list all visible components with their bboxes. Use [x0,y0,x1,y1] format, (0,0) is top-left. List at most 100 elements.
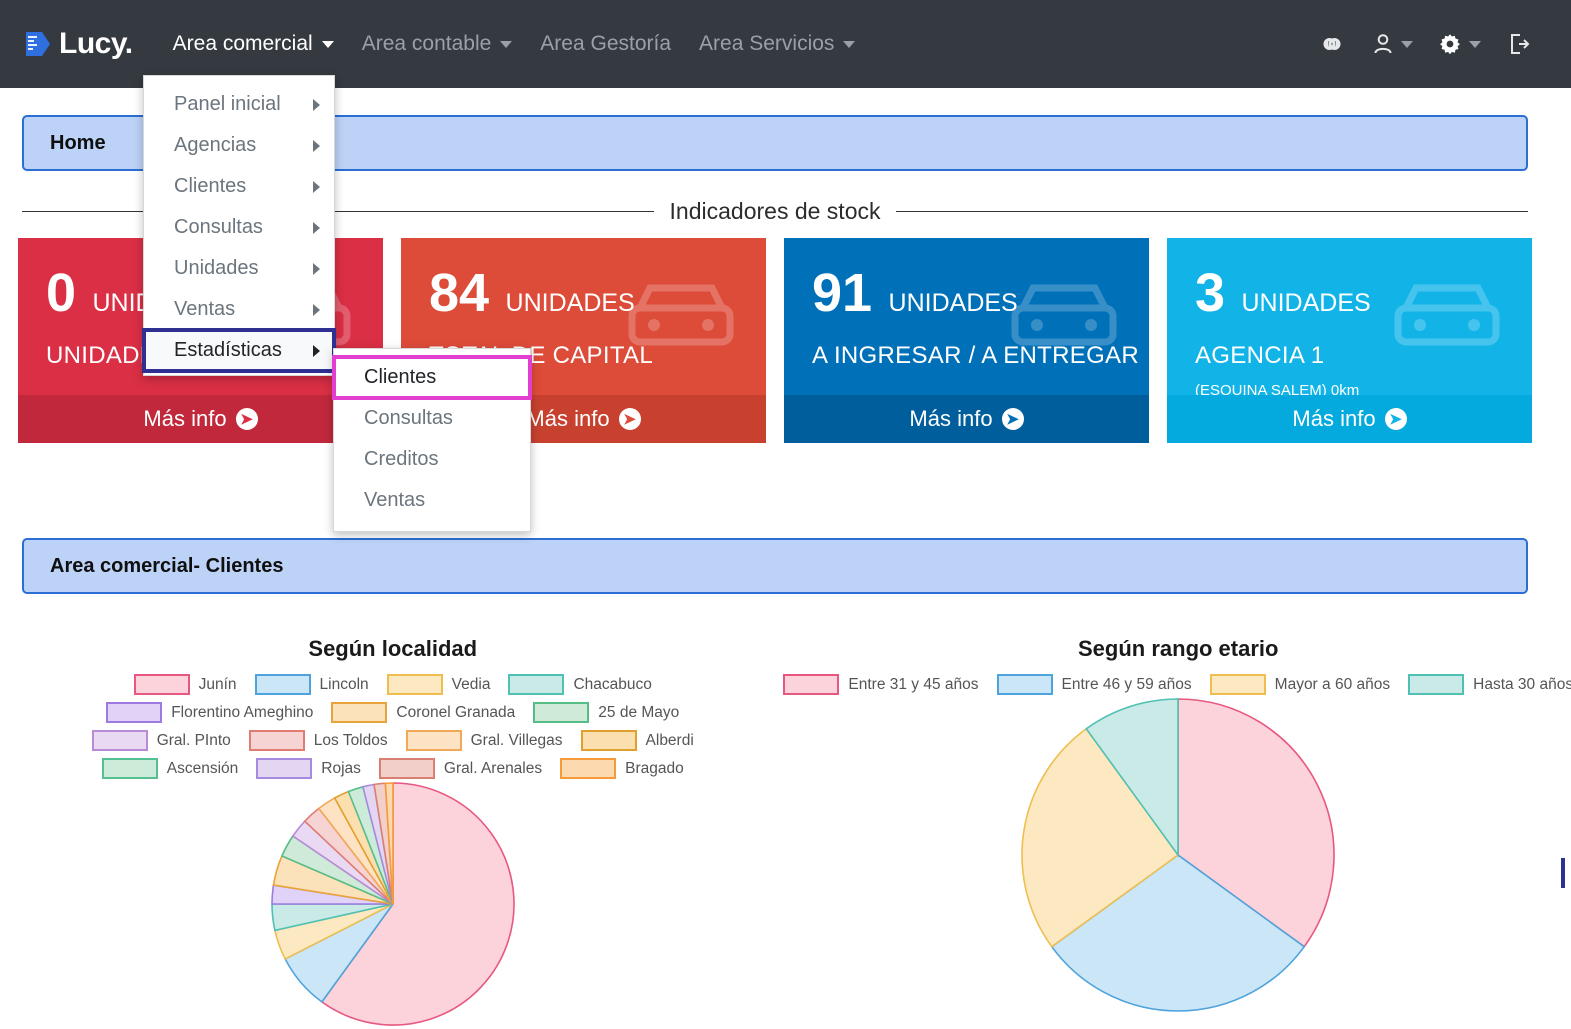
page-title: Home [50,132,106,155]
settings-menu[interactable] [1439,33,1481,55]
stat-card-agencia-1[interactable]: 3 UNIDADES AGENCIA 1 (ESQUINA SALEM) 0km… [1167,238,1532,443]
submenu-item-ventas[interactable]: Ventas [334,480,530,521]
legend-item[interactable]: Entre 46 y 59 años [997,674,1192,695]
legend-item[interactable]: Ascensión [102,758,239,779]
legend-item[interactable]: Gral. PInto [92,730,231,751]
legend-label: Coronel Granada [396,704,515,722]
nav-item-area-comercial[interactable]: Area comercial [159,26,348,62]
legend-swatch [255,674,311,695]
nav-item-area-gestoria[interactable]: Area Gestoría [526,26,685,62]
dropdown-item-label: Panel inicial [174,93,281,116]
legend-label: 25 de Mayo [598,704,679,722]
legend-label: Ascensión [167,760,239,778]
nav-item-area-contable[interactable]: Area contable [348,26,527,62]
dropdown-item-unidades[interactable]: Unidades [144,248,334,289]
legend-item[interactable]: Gral. Arenales [379,758,542,779]
chevron-right-icon [313,304,320,316]
legend-label: Junín [199,676,237,694]
card-more-info-button[interactable]: Más info ➤ [18,395,383,443]
dropdown-item-consultas[interactable]: Consultas [144,207,334,248]
card-body: 91 UNIDADES A INGRESAR / A ENTREGAR [784,238,1149,370]
logout-button[interactable] [1507,32,1531,56]
dropdown-item-label: Ventas [174,298,235,321]
legend-swatch [379,758,435,779]
legend-item[interactable]: Alberdi [581,730,694,751]
legend-item[interactable]: Rojas [256,758,361,779]
dropdown-item-ventas[interactable]: Ventas [144,289,334,330]
legend-item[interactable]: Mayor a 60 años [1210,674,1390,695]
dropdown-item-label: Estadísticas [174,339,282,362]
legend-item[interactable]: Junín [134,674,237,695]
legend-swatch [387,674,443,695]
legend-item[interactable]: Entre 31 y 45 años [783,674,978,695]
estadisticas-submenu: ClientesConsultasCreditosVentas [333,348,531,532]
nav-menu: Area comercial Area contable Area Gestor… [159,26,870,62]
chart-rango-etario: Según rango etario Entre 31 y 45 añosEnt… [786,620,1571,1016]
legend-label: Hasta 30 años [1473,676,1571,694]
legend-item[interactable]: Bragado [560,758,684,779]
dropdown-item-clientes[interactable]: Clientes [144,166,334,207]
user-icon [1373,33,1393,55]
section-title: Area comercial- Clientes [50,555,283,578]
divider-right [896,211,1528,212]
user-menu[interactable] [1373,33,1413,55]
legend-item[interactable]: Hasta 30 años [1408,674,1571,695]
submenu-item-clientes[interactable]: Clientes [334,357,530,398]
chevron-down-icon [843,41,855,48]
logout-icon [1507,32,1531,56]
legend-item[interactable]: Coronel Granada [331,702,515,723]
chevron-down-icon [1469,41,1481,48]
pie-chart [0,779,786,1029]
nav-label: Area contable [362,32,492,56]
legend-item[interactable]: Lincoln [255,674,369,695]
legend-item[interactable]: Los Toldos [249,730,388,751]
chevron-right-icon [313,181,320,193]
legend-swatch [106,702,162,723]
legend-label: Vedia [452,676,491,694]
nav-item-area-servicios[interactable]: Area Servicios [685,26,869,62]
legend-item[interactable]: 25 de Mayo [533,702,679,723]
card-unit: UNIDADES [1242,289,1371,318]
infinity-icon[interactable] [1317,34,1347,54]
card-subtitle: AGENCIA 1 [1195,342,1532,370]
chevron-right-icon [313,222,320,234]
arrow-right-icon: ➤ [236,408,258,430]
legend-swatch [581,730,637,751]
chart-legend: Junín Lincoln Vedia Chacabuco Florentino Ame… [0,674,786,779]
submenu-item-consultas[interactable]: Consultas [334,398,530,439]
legend-label: Bragado [625,760,684,778]
legend-swatch [134,674,190,695]
legend-item[interactable]: Vedia [387,674,491,695]
nav-label: Area Servicios [699,32,834,56]
legend-swatch [1210,674,1266,695]
legend-item[interactable]: Gral. Villegas [406,730,563,751]
area-comercial-dropdown: Panel inicial AgenciasClientesConsultasUn… [143,75,335,376]
arrow-right-icon: ➤ [1385,408,1407,430]
pie-chart [786,695,1571,1015]
stat-card-a-ingresar-a-entregar[interactable]: 91 UNIDADES A INGRESAR / A ENTREGAR Más … [784,238,1149,443]
brand-logo[interactable]: Lucy. [22,27,133,61]
dropdown-item-panel-inicial[interactable]: Panel inicial [144,84,334,125]
legend-label: Entre 31 y 45 años [848,676,978,694]
arrow-right-icon: ➤ [1002,408,1024,430]
navbar-actions [1317,32,1531,56]
card-subtitle: A INGRESAR / A ENTREGAR [812,342,1149,370]
submenu-item-creditos[interactable]: Creditos [334,439,530,480]
nav-label: Area Gestoría [540,32,671,56]
legend-label: Gral. Villegas [471,732,563,750]
legend-swatch [1408,674,1464,695]
divider-left [22,211,654,212]
pie-svg [268,779,518,1029]
legend-swatch [249,730,305,751]
legend-label: Los Toldos [314,732,388,750]
legend-label: Rojas [321,760,361,778]
legend-item[interactable]: Chacabuco [508,674,651,695]
dropdown-item-agencias[interactable]: Agencias [144,125,334,166]
legend-item[interactable]: Florentino Ameghino [106,702,313,723]
card-more-info-button[interactable]: Más info ➤ [1167,395,1532,443]
dropdown-item-estad-sticas[interactable]: Estadísticas [144,330,334,371]
more-info-label: Más info [1292,406,1375,432]
legend-swatch [997,674,1053,695]
card-more-info-button[interactable]: Más info ➤ [784,395,1149,443]
chevron-down-icon [500,41,512,48]
